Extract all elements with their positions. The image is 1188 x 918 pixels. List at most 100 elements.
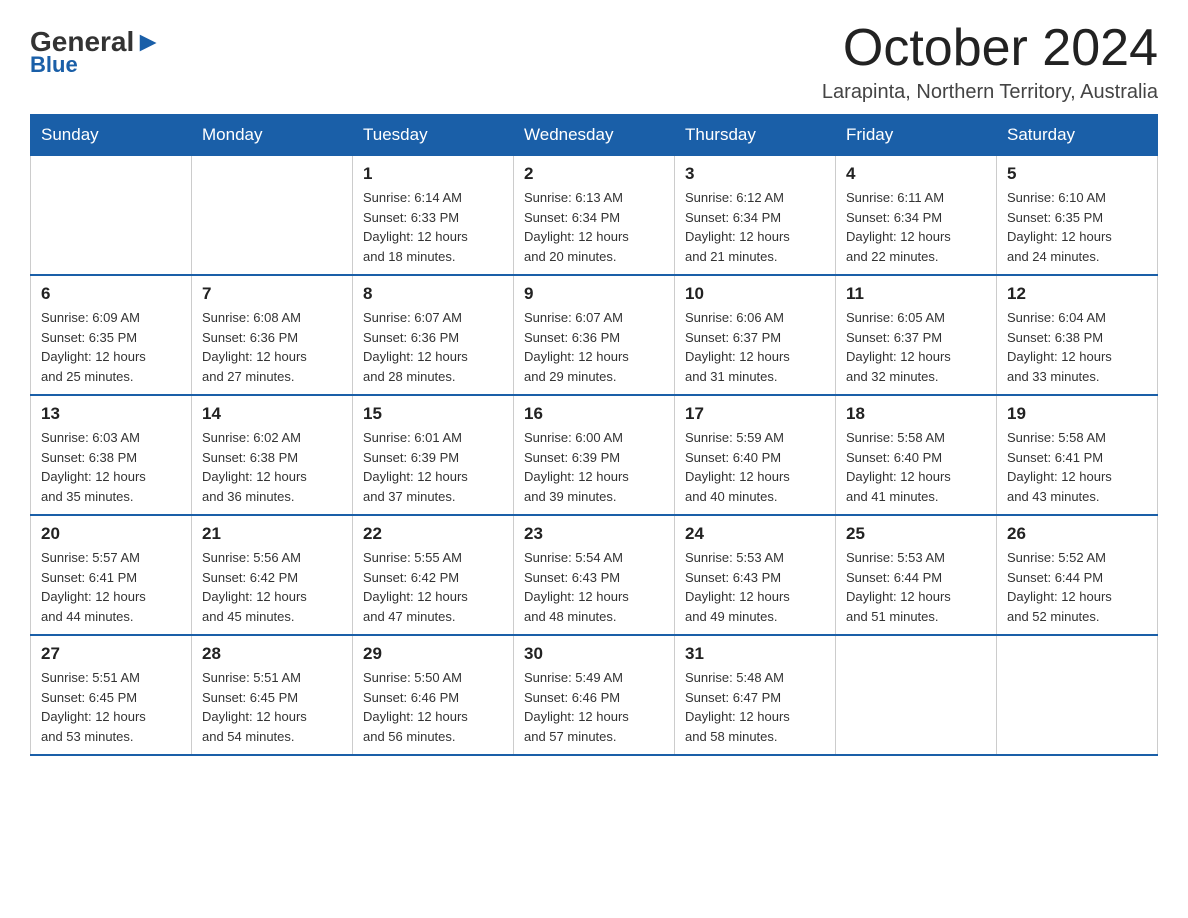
day-number: 15: [363, 404, 503, 424]
day-number: 31: [685, 644, 825, 664]
day-number: 14: [202, 404, 342, 424]
day-number: 24: [685, 524, 825, 544]
day-number: 19: [1007, 404, 1147, 424]
day-info: Sunrise: 5:51 AMSunset: 6:45 PMDaylight:…: [202, 668, 342, 746]
table-row: 23 Sunrise: 5:54 AMSunset: 6:43 PMDayligh…: [514, 515, 675, 635]
day-number: 29: [363, 644, 503, 664]
table-row: 3 Sunrise: 6:12 AMSunset: 6:34 PMDaylight…: [675, 156, 836, 276]
col-thursday: Thursday: [675, 115, 836, 156]
table-row: 16Sunrise: 6:00 AMSunset: 6:39 PMDayligh…: [514, 395, 675, 515]
table-row: [836, 635, 997, 755]
table-row: 17 Sunrise: 5:59 AMSunset: 6:40 PMDayligh…: [675, 395, 836, 515]
calendar-week-row: 27 Sunrise: 5:51 AMSunset: 6:45 PMDayligh…: [31, 635, 1158, 755]
table-row: [31, 156, 192, 276]
day-info: Sunrise: 6:08 AMSunset: 6:36 PMDaylight:…: [202, 308, 342, 386]
day-number: 20: [41, 524, 181, 544]
day-info: Sunrise: 5:57 AMSunset: 6:41 PMDaylight:…: [41, 548, 181, 626]
table-row: 4 Sunrise: 6:11 AMSunset: 6:34 PMDaylight…: [836, 156, 997, 276]
day-info: Sunrise: 6:10 AMSunset: 6:35 PMDaylight:…: [1007, 188, 1147, 266]
calendar-week-row: 13 Sunrise: 6:03 AMSunset: 6:38 PMDayligh…: [31, 395, 1158, 515]
table-row: 10 Sunrise: 6:06 AMSunset: 6:37 PMDayligh…: [675, 275, 836, 395]
day-info: Sunrise: 6:06 AMSunset: 6:37 PMDaylight:…: [685, 308, 825, 386]
col-sunday: Sunday: [31, 115, 192, 156]
day-number: 18: [846, 404, 986, 424]
calendar-header-row: Sunday Monday Tuesday Wednesday Thursday…: [31, 115, 1158, 156]
day-info: Sunrise: 5:55 AMSunset: 6:42 PMDaylight:…: [363, 548, 503, 626]
col-saturday: Saturday: [997, 115, 1158, 156]
table-row: 27 Sunrise: 5:51 AMSunset: 6:45 PMDayligh…: [31, 635, 192, 755]
day-number: 30: [524, 644, 664, 664]
day-number: 27: [41, 644, 181, 664]
day-info: Sunrise: 6:02 AMSunset: 6:38 PMDaylight:…: [202, 428, 342, 506]
day-number: 26: [1007, 524, 1147, 544]
day-info: Sunrise: 6:07 AMSunset: 6:36 PMDaylight:…: [363, 308, 503, 386]
day-number: 10: [685, 284, 825, 304]
logo-blue-text: Blue: [30, 52, 78, 78]
day-number: 7: [202, 284, 342, 304]
day-info: Sunrise: 6:01 AMSunset: 6:39 PMDaylight:…: [363, 428, 503, 506]
day-number: 28: [202, 644, 342, 664]
logo-arrow-span: ►: [134, 26, 162, 57]
day-number: 2: [524, 164, 664, 184]
col-tuesday: Tuesday: [353, 115, 514, 156]
day-number: 1: [363, 164, 503, 184]
day-number: 9: [524, 284, 664, 304]
day-number: 21: [202, 524, 342, 544]
table-row: 24 Sunrise: 5:53 AMSunset: 6:43 PMDayligh…: [675, 515, 836, 635]
day-info: Sunrise: 6:12 AMSunset: 6:34 PMDaylight:…: [685, 188, 825, 266]
day-info: Sunrise: 6:04 AMSunset: 6:38 PMDaylight:…: [1007, 308, 1147, 386]
table-row: 30 Sunrise: 5:49 AMSunset: 6:46 PMDayligh…: [514, 635, 675, 755]
day-info: Sunrise: 5:49 AMSunset: 6:46 PMDaylight:…: [524, 668, 664, 746]
table-row: 14 Sunrise: 6:02 AMSunset: 6:38 PMDayligh…: [192, 395, 353, 515]
day-info: Sunrise: 6:11 AMSunset: 6:34 PMDaylight:…: [846, 188, 986, 266]
table-row: 12Sunrise: 6:04 AMSunset: 6:38 PMDayligh…: [997, 275, 1158, 395]
table-row: 18 Sunrise: 5:58 AMSunset: 6:40 PMDayligh…: [836, 395, 997, 515]
table-row: 26 Sunrise: 5:52 AMSunset: 6:44 PMDayligh…: [997, 515, 1158, 635]
day-info: Sunrise: 5:54 AMSunset: 6:43 PMDaylight:…: [524, 548, 664, 626]
table-row: 29 Sunrise: 5:50 AMSunset: 6:46 PMDayligh…: [353, 635, 514, 755]
subtitle: Larapinta, Northern Territory, Australia: [822, 81, 1158, 104]
col-friday: Friday: [836, 115, 997, 156]
day-number: 3: [685, 164, 825, 184]
table-row: 15 Sunrise: 6:01 AMSunset: 6:39 PMDayligh…: [353, 395, 514, 515]
calendar-week-row: 6Sunrise: 6:09 AMSunset: 6:35 PMDaylight…: [31, 275, 1158, 395]
day-info: Sunrise: 5:53 AMSunset: 6:44 PMDaylight:…: [846, 548, 986, 626]
day-info: Sunrise: 5:59 AMSunset: 6:40 PMDaylight:…: [685, 428, 825, 506]
day-info: Sunrise: 5:50 AMSunset: 6:46 PMDaylight:…: [363, 668, 503, 746]
day-info: Sunrise: 5:53 AMSunset: 6:43 PMDaylight:…: [685, 548, 825, 626]
table-row: 28 Sunrise: 5:51 AMSunset: 6:45 PMDayligh…: [192, 635, 353, 755]
day-info: Sunrise: 6:09 AMSunset: 6:35 PMDaylight:…: [41, 308, 181, 386]
day-number: 23: [524, 524, 664, 544]
day-number: 11: [846, 284, 986, 304]
day-info: Sunrise: 6:03 AMSunset: 6:38 PMDaylight:…: [41, 428, 181, 506]
table-row: 7 Sunrise: 6:08 AMSunset: 6:36 PMDaylight…: [192, 275, 353, 395]
table-row: [997, 635, 1158, 755]
calendar-week-row: 20 Sunrise: 5:57 AMSunset: 6:41 PMDayligh…: [31, 515, 1158, 635]
day-info: Sunrise: 6:14 AMSunset: 6:33 PMDaylight:…: [363, 188, 503, 266]
table-row: 5 Sunrise: 6:10 AMSunset: 6:35 PMDaylight…: [997, 156, 1158, 276]
table-row: 19Sunrise: 5:58 AMSunset: 6:41 PMDayligh…: [997, 395, 1158, 515]
day-number: 5: [1007, 164, 1147, 184]
col-wednesday: Wednesday: [514, 115, 675, 156]
day-info: Sunrise: 5:52 AMSunset: 6:44 PMDaylight:…: [1007, 548, 1147, 626]
calendar-week-row: 1 Sunrise: 6:14 AMSunset: 6:33 PMDaylight…: [31, 156, 1158, 276]
page-header: General► Blue October 2024 Larapinta, No…: [30, 20, 1158, 104]
day-number: 17: [685, 404, 825, 424]
main-title: October 2024: [822, 20, 1158, 77]
calendar-table: Sunday Monday Tuesday Wednesday Thursday…: [30, 114, 1158, 756]
day-number: 25: [846, 524, 986, 544]
table-row: 9 Sunrise: 6:07 AMSunset: 6:36 PMDaylight…: [514, 275, 675, 395]
day-info: Sunrise: 5:56 AMSunset: 6:42 PMDaylight:…: [202, 548, 342, 626]
day-info: Sunrise: 5:51 AMSunset: 6:45 PMDaylight:…: [41, 668, 181, 746]
table-row: [192, 156, 353, 276]
title-block: October 2024 Larapinta, Northern Territo…: [822, 20, 1158, 104]
day-info: Sunrise: 6:07 AMSunset: 6:36 PMDaylight:…: [524, 308, 664, 386]
day-info: Sunrise: 5:58 AMSunset: 6:40 PMDaylight:…: [846, 428, 986, 506]
table-row: 20 Sunrise: 5:57 AMSunset: 6:41 PMDayligh…: [31, 515, 192, 635]
logo: General► Blue: [30, 28, 162, 78]
day-info: Sunrise: 6:13 AMSunset: 6:34 PMDaylight:…: [524, 188, 664, 266]
table-row: 31Sunrise: 5:48 AMSunset: 6:47 PMDayligh…: [675, 635, 836, 755]
day-number: 13: [41, 404, 181, 424]
table-row: 8Sunrise: 6:07 AMSunset: 6:36 PMDaylight…: [353, 275, 514, 395]
day-number: 4: [846, 164, 986, 184]
